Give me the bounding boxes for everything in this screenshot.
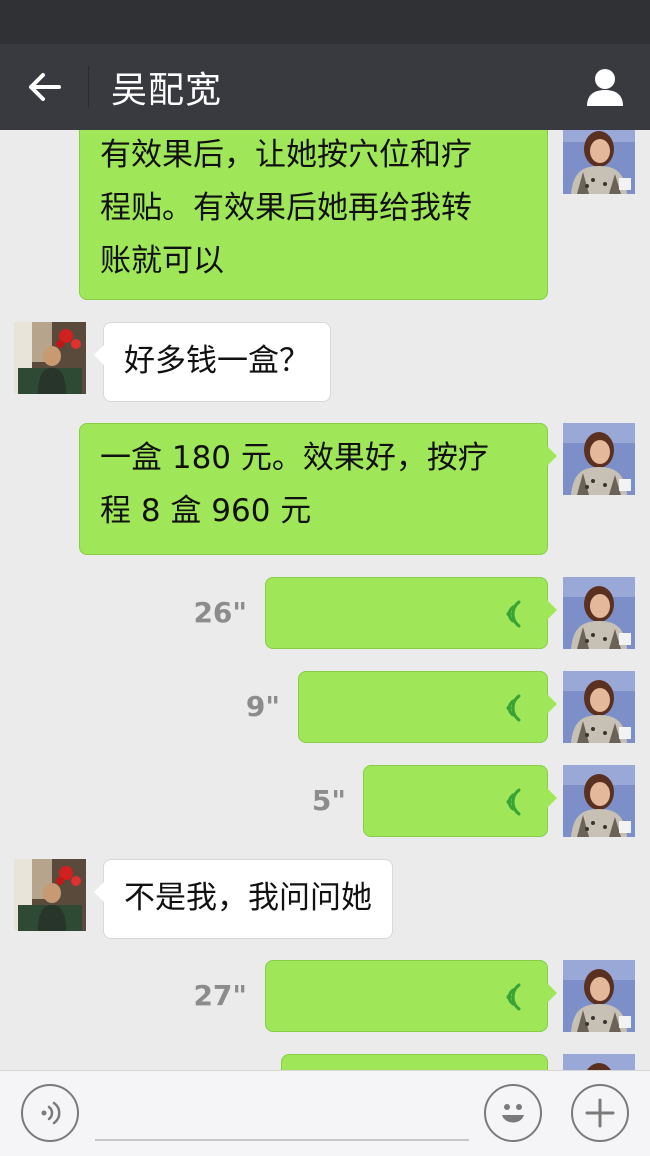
emoji-icon	[502, 1104, 524, 1123]
profile-button[interactable]	[582, 64, 628, 110]
message-bubble[interactable]: 好多钱一盒？	[94, 322, 331, 402]
emoji-button[interactable]	[484, 1084, 542, 1142]
back-button[interactable]	[0, 44, 88, 130]
chat-title: 吴配宽	[111, 70, 223, 111]
message-line: 不是我，我问问她	[124, 880, 372, 916]
arrow-left-icon	[29, 73, 61, 101]
contact-avatar[interactable]	[14, 322, 86, 394]
voice-message[interactable]	[363, 765, 557, 837]
chat-area[interactable]: 有效果后，让她按穴位和疗 程贴。有效果后她再给我转 账就可以 好多钱一盒？ 一盒…	[0, 130, 650, 1070]
self-avatar[interactable]	[563, 960, 635, 1032]
bubble-tail	[547, 983, 557, 1003]
voice-mode-icon	[41, 1101, 61, 1125]
self-avatar[interactable]	[563, 130, 635, 194]
message-line: 一盒 180 元。效果好，按疗	[100, 440, 489, 476]
self-avatar[interactable]	[563, 765, 635, 837]
status-bar	[0, 0, 650, 44]
person-icon	[587, 69, 623, 106]
self-avatar[interactable]	[563, 671, 635, 743]
input-bar	[0, 1070, 650, 1156]
voice-duration: 26"	[193, 596, 247, 629]
message-line: 有效果后，让她按穴位和疗	[100, 137, 472, 173]
voice-wave-icon	[506, 983, 521, 1011]
voice-wave-icon	[506, 694, 521, 722]
title-divider	[88, 66, 89, 108]
self-avatar[interactable]	[563, 1054, 635, 1070]
voice-wave-icon	[506, 600, 521, 628]
voice-message[interactable]	[298, 671, 557, 743]
plus-icon	[585, 1098, 615, 1128]
bubble-tail	[547, 788, 557, 808]
bubble-tail	[547, 694, 557, 714]
bubble-tail	[94, 882, 104, 902]
message-bubble[interactable]: 有效果后，让她按穴位和疗 程贴。有效果后她再给我转 账就可以	[79, 130, 548, 300]
bubble-tail	[94, 345, 104, 365]
self-avatar[interactable]	[563, 423, 635, 495]
voice-message[interactable]	[281, 1054, 548, 1070]
self-avatar[interactable]	[563, 577, 635, 649]
bubble-tail	[547, 446, 557, 466]
voice-message[interactable]	[265, 960, 557, 1032]
voice-duration: 27"	[193, 979, 247, 1012]
message-line: 账就可以	[100, 243, 224, 279]
message-line: 程 8 盒 960 元	[100, 493, 312, 529]
voice-message[interactable]	[265, 577, 557, 649]
message-line: 程贴。有效果后她再给我转	[100, 190, 472, 226]
title-bar: 吴配宽	[0, 44, 650, 130]
voice-duration: 9"	[245, 690, 280, 723]
voice-mode-button[interactable]	[21, 1084, 79, 1142]
more-button[interactable]	[571, 1084, 629, 1142]
message-line: 好多钱一盒？	[124, 343, 310, 379]
bubble-tail	[547, 600, 557, 620]
message-bubble[interactable]: 不是我，我问问她	[94, 859, 393, 939]
message-bubble[interactable]: 一盒 180 元。效果好，按疗 程 8 盒 960 元	[79, 423, 557, 555]
contact-avatar[interactable]	[14, 859, 86, 931]
voice-duration: 5"	[311, 784, 346, 817]
voice-wave-icon	[506, 788, 521, 816]
message-input[interactable]	[95, 1081, 469, 1141]
